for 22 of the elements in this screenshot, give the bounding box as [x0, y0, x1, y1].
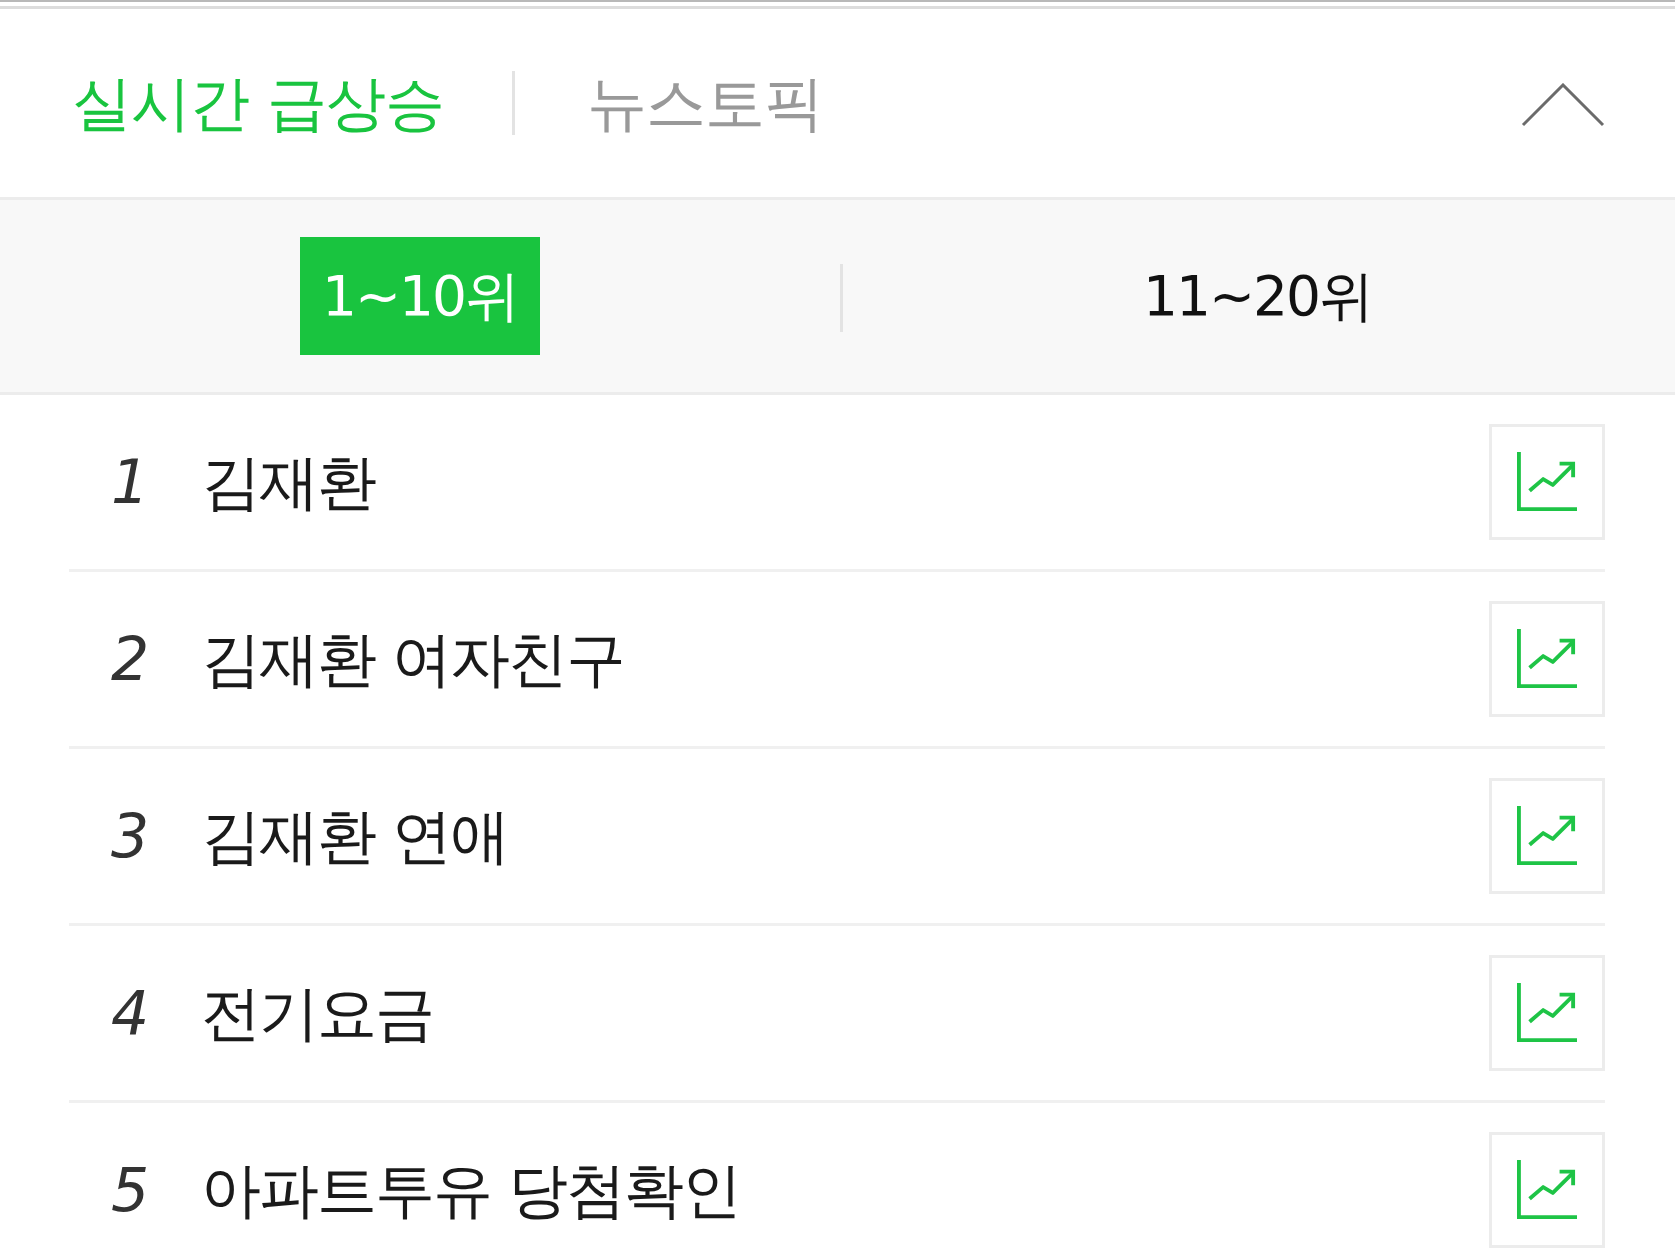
trend-button[interactable] [1489, 601, 1605, 717]
trend-chart-icon [1517, 452, 1577, 512]
trend-button[interactable] [1489, 424, 1605, 540]
rank-number: 1 [111, 446, 151, 518]
chevron-up-icon[interactable] [1521, 83, 1605, 127]
keyword-link[interactable]: 아파트투유 당첨확인 [201, 1154, 741, 1226]
trend-button[interactable] [1489, 1132, 1605, 1248]
trend-chart-icon [1517, 806, 1577, 866]
trend-button[interactable] [1489, 955, 1605, 1071]
trend-chart-icon [1517, 629, 1577, 689]
rank-number: 3 [111, 800, 151, 872]
rank-number: 5 [111, 1154, 151, 1226]
trend-button[interactable] [1489, 778, 1605, 894]
keyword-link[interactable]: 김재환 연애 [201, 800, 509, 872]
range-tab[interactable]: 11~20위 [1120, 237, 1395, 355]
keyword-link[interactable]: 전기요금 [201, 977, 433, 1049]
rank-number: 4 [111, 977, 151, 1049]
trend-chart-icon [1517, 1160, 1577, 1220]
rank-number: 2 [111, 623, 151, 695]
keyword-link[interactable]: 김재환 여자친구 [201, 623, 625, 695]
keyword-link[interactable]: 김재환 [201, 446, 375, 518]
trend-chart-icon [1517, 983, 1577, 1043]
